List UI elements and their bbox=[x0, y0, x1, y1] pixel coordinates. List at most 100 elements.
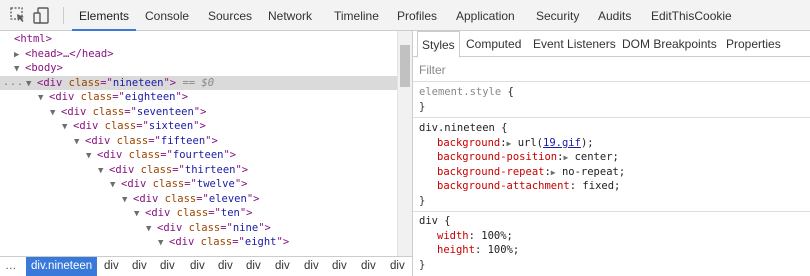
property-name[interactable]: background-repeat bbox=[437, 166, 544, 178]
breadcrumb-item[interactable]: div bbox=[304, 257, 319, 276]
expanded-triangle-icon[interactable]: ▼ bbox=[158, 236, 169, 251]
dom-node[interactable]: ▼ <div class="thirteen"> bbox=[0, 163, 397, 178]
dom-node[interactable]: ▼ <div class="ten"> bbox=[0, 206, 397, 221]
tab-sources[interactable]: Sources bbox=[208, 0, 252, 31]
tab-timeline[interactable]: Timeline bbox=[334, 0, 379, 31]
dom-node-selected[interactable]: ... ▼ <div class="nineteen"> == $0 bbox=[0, 75, 397, 92]
expanded-triangle-icon[interactable]: ▼ bbox=[98, 164, 109, 179]
declaration-background-attachment[interactable]: background-attachment: fixed; bbox=[413, 179, 810, 194]
expanded-triangle-icon[interactable]: ▼ bbox=[86, 149, 97, 164]
tab-styles[interactable]: Styles bbox=[417, 31, 460, 58]
filter-input[interactable] bbox=[419, 62, 799, 78]
tab-network[interactable]: Network bbox=[268, 0, 312, 31]
declaration-height[interactable]: height: 100%; bbox=[413, 243, 810, 258]
tab-dom-breakpoints[interactable]: DOM Breakpoints bbox=[622, 31, 717, 57]
tab-security[interactable]: Security bbox=[536, 0, 579, 31]
expanded-triangle-icon[interactable]: ▼ bbox=[38, 91, 49, 106]
tab-profiles[interactable]: Profiles bbox=[397, 0, 437, 31]
expand-triangle-icon[interactable]: ▶ bbox=[551, 168, 556, 177]
attr-value: twelve bbox=[196, 178, 235, 190]
rule-selector[interactable]: div.nineteen bbox=[419, 122, 495, 134]
expanded-triangle-icon[interactable]: ▼ bbox=[134, 207, 145, 222]
property-value[interactable]: no-repeat; bbox=[562, 166, 625, 178]
collapsed-triangle-icon[interactable]: ▶ bbox=[14, 48, 25, 63]
declaration-background[interactable]: background:▶ url(19.gif); bbox=[413, 136, 810, 151]
toolbar-separator bbox=[63, 7, 64, 24]
rule-selector[interactable]: element.style bbox=[419, 86, 501, 98]
tab-editthiscookie[interactable]: EditThisCookie bbox=[651, 0, 732, 31]
tab-console[interactable]: Console bbox=[145, 0, 189, 31]
expanded-triangle-icon[interactable]: ▼ bbox=[62, 120, 73, 135]
tag-name: html bbox=[20, 33, 46, 45]
style-rule-nineteen: div.nineteen { background:▶ url(19.gif);… bbox=[413, 121, 810, 212]
breadcrumb-item[interactable]: div bbox=[390, 257, 405, 276]
dom-node-body[interactable]: ▼ <body> bbox=[0, 61, 397, 76]
property-value[interactable]: 100%; bbox=[488, 244, 520, 256]
tab-audits[interactable]: Audits bbox=[598, 0, 631, 31]
expanded-triangle-icon[interactable]: ▼ bbox=[146, 222, 157, 237]
tab-event-listeners[interactable]: Event Listeners bbox=[533, 31, 616, 57]
expand-triangle-icon[interactable]: ▶ bbox=[563, 153, 568, 162]
dom-node[interactable]: ▼ <div class="sixteen"> bbox=[0, 119, 397, 134]
dom-node[interactable]: ▼ <div class="eighteen"> bbox=[0, 90, 397, 105]
expanded-triangle-icon[interactable]: ▼ bbox=[50, 106, 61, 121]
declaration-width[interactable]: width: 100%; bbox=[413, 229, 810, 244]
expand-triangle-icon[interactable]: ▶ bbox=[507, 139, 512, 148]
scrollbar-thumb[interactable] bbox=[400, 45, 410, 87]
tab-application[interactable]: Application bbox=[456, 0, 515, 31]
breadcrumb-item-active[interactable]: div.nineteen bbox=[26, 257, 98, 276]
breadcrumb-item[interactable]: div bbox=[190, 257, 205, 276]
inspect-cursor-icon[interactable] bbox=[10, 7, 26, 26]
dom-node-head[interactable]: ▶ <head>…</head> bbox=[0, 47, 397, 62]
rule-close: } bbox=[419, 194, 426, 207]
breadcrumb-item[interactable]: div bbox=[104, 257, 119, 276]
resource-link[interactable]: 19.gif bbox=[543, 137, 581, 149]
attr-value: eleven bbox=[208, 192, 247, 205]
property-name[interactable]: background bbox=[437, 137, 500, 149]
elements-scrollbar[interactable] bbox=[397, 31, 412, 256]
attr-value: fourteen bbox=[172, 149, 224, 161]
tab-properties[interactable]: Properties bbox=[726, 31, 781, 57]
property-value[interactable]: center; bbox=[575, 151, 619, 163]
breadcrumb-item[interactable]: div bbox=[361, 257, 376, 276]
rule-selector[interactable]: div bbox=[419, 215, 438, 227]
device-mode-icon[interactable] bbox=[33, 7, 50, 27]
tag-name: div bbox=[79, 120, 99, 132]
dom-node[interactable]: ▼ <div class="nine"> bbox=[0, 221, 397, 236]
breadcrumb-item[interactable]: div bbox=[275, 257, 290, 276]
breadcrumb-item[interactable]: div bbox=[246, 257, 261, 276]
property-value[interactable]: fixed; bbox=[582, 180, 620, 192]
property-name[interactable]: background-attachment bbox=[437, 180, 570, 192]
dom-node[interactable]: ▼ <div class="seventeen"> bbox=[0, 105, 397, 120]
expanded-triangle-icon[interactable]: ▼ bbox=[26, 77, 37, 92]
property-value[interactable]: url( bbox=[518, 137, 543, 149]
tab-elements[interactable]: Elements bbox=[72, 0, 137, 31]
tab-computed[interactable]: Computed bbox=[466, 31, 521, 57]
expanded-triangle-icon[interactable]: ▼ bbox=[110, 178, 121, 193]
property-name[interactable]: width bbox=[437, 230, 469, 242]
breadcrumb-item[interactable]: div bbox=[218, 257, 233, 276]
breadcrumb-overflow[interactable]: … bbox=[5, 257, 17, 276]
declaration-background-position[interactable]: background-position:▶ center; bbox=[413, 150, 810, 165]
breadcrumb-item[interactable]: div bbox=[132, 257, 147, 276]
expanded-triangle-icon[interactable]: ▼ bbox=[14, 62, 25, 77]
more-options-dots[interactable]: ... bbox=[3, 76, 24, 91]
selected-node-marker: == $0 bbox=[182, 76, 215, 89]
attr-name: class bbox=[116, 134, 149, 147]
dom-node[interactable]: ▼ <div class="fourteen"> bbox=[0, 148, 397, 163]
rule-header: div.nineteen { bbox=[413, 121, 810, 136]
property-name[interactable]: height bbox=[437, 244, 475, 256]
expanded-triangle-icon[interactable]: ▼ bbox=[122, 193, 133, 208]
property-name[interactable]: background-position bbox=[437, 151, 557, 163]
dom-node[interactable]: ▼ <div class="twelve"> bbox=[0, 177, 397, 192]
property-value[interactable]: 100%; bbox=[481, 230, 513, 242]
breadcrumb-item[interactable]: div bbox=[160, 257, 175, 276]
dom-node[interactable]: ▼ <div class="fifteen"> bbox=[0, 134, 397, 149]
dom-node[interactable]: ▼ <div class="eight"> bbox=[0, 235, 397, 250]
expanded-triangle-icon[interactable]: ▼ bbox=[74, 135, 85, 150]
tag-name: div bbox=[43, 76, 63, 89]
dom-node-html[interactable]: <html> bbox=[0, 32, 397, 47]
declaration-background-repeat[interactable]: background-repeat:▶ no-repeat; bbox=[413, 165, 810, 180]
dom-node[interactable]: ▼ <div class="eleven"> bbox=[0, 192, 397, 207]
breadcrumb-item[interactable]: div bbox=[332, 257, 347, 276]
